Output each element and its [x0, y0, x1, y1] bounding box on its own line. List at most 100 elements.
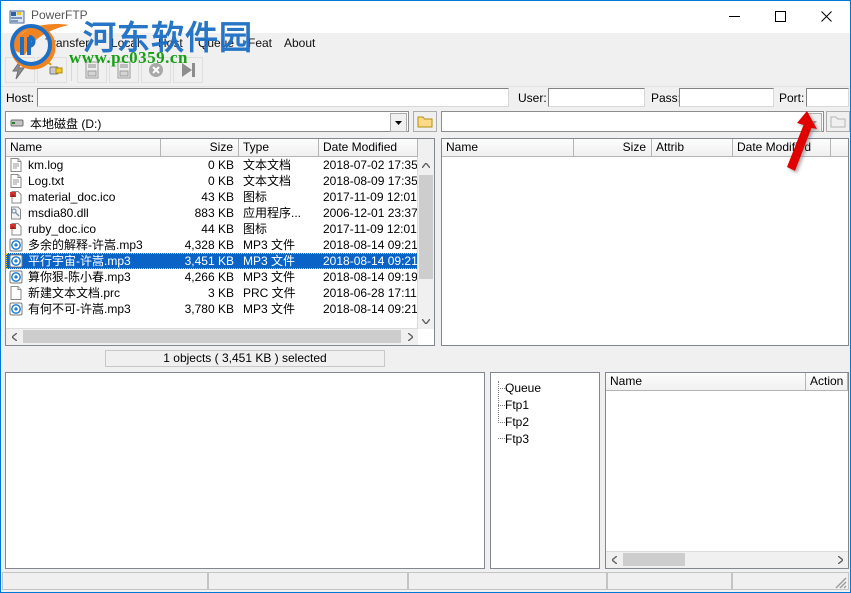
- resize-grip-icon[interactable]: [833, 575, 847, 589]
- tree-node-ftp2[interactable]: Ftp2: [505, 414, 529, 430]
- maximize-button[interactable]: [757, 1, 803, 32]
- table-row[interactable]: Log.txt0 KB文本文档2018-08-09 17:35: [6, 173, 434, 189]
- table-row[interactable]: material_doc.ico43 KB图标2017-11-09 12:01: [6, 189, 434, 205]
- pass-label: Pass:: [651, 91, 681, 105]
- local-hscrollbar[interactable]: [6, 328, 418, 345]
- table-row[interactable]: ruby_doc.ico44 KB图标2017-11-09 12:01: [6, 221, 434, 237]
- menu-item-local[interactable]: Local: [105, 35, 146, 52]
- menu-item-transfer[interactable]: Transfer: [39, 35, 95, 52]
- mp3-file-icon: [9, 254, 23, 268]
- local-drive-dropdown-arrow[interactable]: [390, 113, 407, 132]
- queue-scroll-left-button[interactable]: [606, 552, 622, 567]
- host-label: Host:: [6, 91, 34, 105]
- mp3-file-icon: [9, 302, 23, 316]
- local-list-header: Name Size Type Date Modified: [6, 139, 434, 157]
- table-row[interactable]: km.log0 KB文本文档2018-07-02 17:35: [6, 157, 434, 173]
- remote-path-combo[interactable]: [441, 111, 824, 132]
- queue-col-action[interactable]: Action: [806, 373, 848, 391]
- folder-icon: [417, 115, 433, 128]
- minimize-button[interactable]: [711, 1, 757, 32]
- tree-node-ftp1[interactable]: Ftp1: [505, 397, 529, 413]
- file-type-cell: 文本文档: [243, 157, 291, 173]
- local-col-type[interactable]: Type: [239, 139, 319, 157]
- file-name-cell: ruby_doc.ico: [28, 221, 96, 237]
- file-date-cell: 2018-08-09 17:35: [323, 173, 418, 189]
- remote-col-attrib[interactable]: Attrib: [652, 139, 733, 157]
- tree-node-queue[interactable]: Queue: [505, 380, 541, 396]
- user-input[interactable]: [548, 88, 645, 107]
- file-name-cell: 新建文本文档.prc: [28, 285, 120, 301]
- local-col-date[interactable]: Date Modified: [319, 139, 418, 157]
- menu-item-host[interactable]: Host: [152, 35, 189, 52]
- folder-icon: [830, 115, 846, 128]
- remote-file-list[interactable]: Name Size Attrib Date Modified: [441, 138, 849, 346]
- local-scroll-up-button[interactable]: [418, 157, 434, 173]
- lightning-icon: [6, 58, 34, 82]
- table-row[interactable]: 平行宇宙-许嵩.mp33,451 KBMP3 文件2018-08-14 09:2…: [6, 253, 434, 269]
- remote-col-size[interactable]: Size: [574, 139, 652, 157]
- password-input[interactable]: [679, 88, 774, 107]
- local-scroll-down-button[interactable]: [418, 313, 434, 329]
- file-date-cell: 2018-08-14 09:21: [323, 301, 418, 317]
- file-size-cell: 4,266 KB: [136, 269, 234, 285]
- remote-path-dropdown-arrow[interactable]: [805, 113, 822, 132]
- tree-node-ftp3[interactable]: Ftp3: [505, 431, 529, 447]
- file-type-cell: 图标: [243, 189, 267, 205]
- disconnect-button[interactable]: [37, 57, 67, 83]
- stop-button[interactable]: [141, 57, 171, 83]
- local-selection-status: 1 objects ( 3,451 KB ) selected: [105, 350, 385, 367]
- blank-file-icon: [9, 286, 23, 300]
- queue-scroll-right-button[interactable]: [832, 552, 848, 567]
- local-col-date-label: Date Modified: [323, 139, 397, 156]
- menu-item-site[interactable]: Site: [5, 35, 38, 52]
- menu-item-queue[interactable]: Queue: [192, 35, 240, 52]
- queue-col-name[interactable]: Name: [606, 373, 806, 391]
- file-size-cell: 3,780 KB: [136, 301, 234, 317]
- remote-col-date[interactable]: Date Modified: [733, 139, 831, 157]
- toolbar: [1, 54, 850, 87]
- table-row[interactable]: 多余的解释-许嵩.mp34,328 KBMP3 文件2018-08-14 09:…: [6, 237, 434, 253]
- maximize-icon: [775, 11, 786, 22]
- queue-hscroll-thumb[interactable]: [623, 553, 685, 566]
- file-size-cell: 883 KB: [136, 205, 234, 221]
- port-input[interactable]: [806, 88, 849, 107]
- run-queue-button[interactable]: [173, 57, 203, 83]
- local-drive-combo[interactable]: 本地磁盘 (D:): [5, 111, 409, 132]
- file-type-cell: 文本文档: [243, 173, 291, 189]
- local-col-size[interactable]: Size: [161, 139, 239, 157]
- remote-col-name[interactable]: Name: [442, 139, 574, 157]
- local-vscroll-thumb[interactable]: [419, 175, 433, 279]
- menu-item-feat[interactable]: Feat: [242, 35, 278, 52]
- download-button[interactable]: [109, 57, 139, 83]
- upload-button[interactable]: [77, 57, 107, 83]
- queue-tree[interactable]: Queue Ftp1 Ftp2 Ftp3: [490, 372, 600, 569]
- local-scroll-right-button[interactable]: [402, 329, 418, 344]
- local-list-body[interactable]: km.log0 KB文本文档2018-07-02 17:35Log.txt0 K…: [6, 157, 434, 345]
- table-row[interactable]: 新建文本文档.prc3 KBPRC 文件2018-06-28 17:11: [6, 285, 434, 301]
- table-row[interactable]: msdia80.dll883 KB应用程序...2006-12-01 23:37: [6, 205, 434, 221]
- local-col-type-label: Type: [243, 139, 269, 156]
- connect-button[interactable]: [5, 57, 35, 83]
- chevron-left-icon: [612, 556, 617, 564]
- file-name-cell: material_doc.ico: [28, 189, 115, 205]
- file-name-cell: km.log: [28, 157, 63, 173]
- local-file-list[interactable]: Name Size Type Date Modified km.log0 KB文…: [5, 138, 435, 346]
- local-vscrollbar[interactable]: [417, 157, 434, 329]
- host-input[interactable]: [37, 88, 509, 107]
- queue-hscrollbar[interactable]: [606, 551, 848, 568]
- local-col-name[interactable]: Name: [6, 139, 161, 157]
- menu-item-about[interactable]: About: [278, 35, 321, 52]
- remote-list-body[interactable]: [442, 157, 848, 345]
- queue-list[interactable]: Name Action: [605, 372, 849, 569]
- close-button[interactable]: [803, 1, 849, 32]
- local-hscroll-thumb[interactable]: [23, 330, 401, 343]
- queue-list-body[interactable]: [606, 391, 848, 568]
- local-browse-button[interactable]: [413, 111, 437, 132]
- remote-browse-button[interactable]: [826, 111, 850, 132]
- remote-list-header: Name Size Attrib Date Modified: [442, 139, 848, 157]
- log-pane[interactable]: [5, 372, 485, 569]
- table-row[interactable]: 算你狠-陈小春.mp34,266 KBMP3 文件2018-08-14 09:1…: [6, 269, 434, 285]
- local-scroll-left-button[interactable]: [6, 329, 22, 344]
- local-path-bar: 本地磁盘 (D:): [5, 111, 435, 133]
- table-row[interactable]: 有何不可-许嵩.mp33,780 KBMP3 文件2018-08-14 09:2…: [6, 301, 434, 317]
